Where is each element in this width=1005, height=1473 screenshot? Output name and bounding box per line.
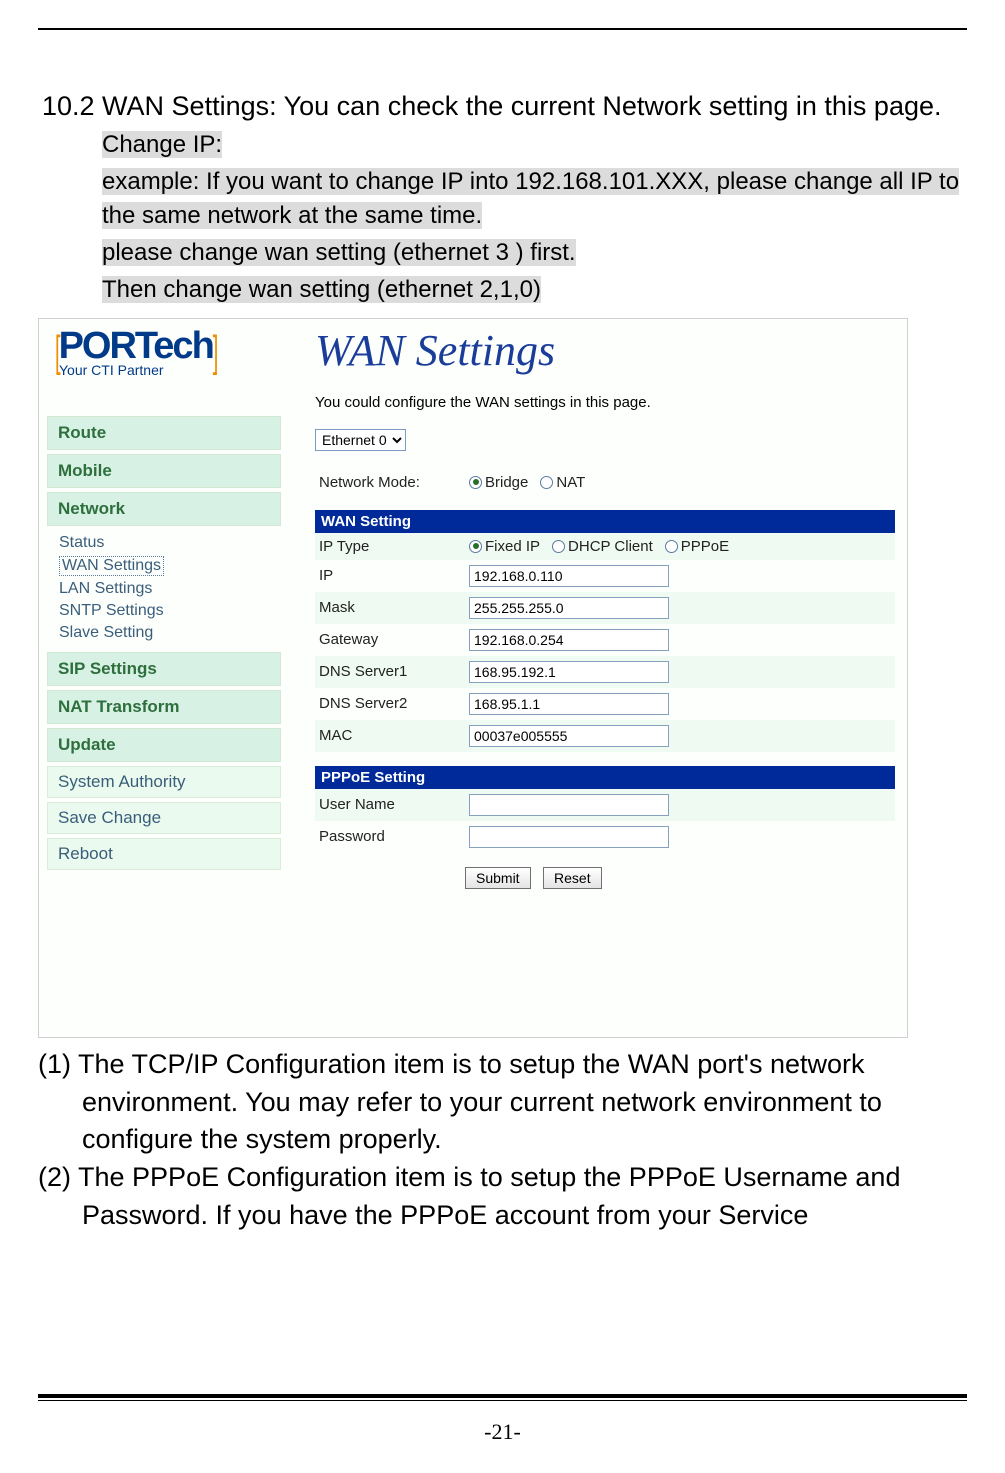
nav-sub-status[interactable]: Status bbox=[59, 532, 273, 554]
nav-update[interactable]: Update bbox=[47, 728, 281, 762]
iptype-dhcp-radio[interactable]: DHCP Client bbox=[552, 538, 653, 555]
nav-mobile[interactable]: Mobile bbox=[47, 454, 281, 488]
dns2-input[interactable] bbox=[469, 693, 669, 715]
iptype-pppoe-label: PPPoE bbox=[681, 538, 729, 555]
radio-dot-icon bbox=[552, 540, 565, 553]
main-panel: WAN Settings You could configure the WAN… bbox=[307, 319, 907, 1037]
para-1: (1) The TCP/IP Configuration item is to … bbox=[38, 1046, 967, 1159]
nav-reboot[interactable]: Reboot bbox=[47, 838, 281, 870]
page-title: WAN Settings bbox=[315, 325, 895, 376]
iptype-dhcp-label: DHCP Client bbox=[568, 538, 653, 555]
mode-bridge-label: Bridge bbox=[485, 474, 528, 491]
nav-sysauth[interactable]: System Authority bbox=[47, 766, 281, 798]
mac-input[interactable] bbox=[469, 725, 669, 747]
pppoe-pass-input[interactable] bbox=[469, 826, 669, 848]
change-ip-step2: Then change wan setting (ethernet 2,1,0) bbox=[102, 276, 541, 303]
nav-route[interactable]: Route bbox=[47, 416, 281, 450]
nav-sub-sntp[interactable]: SNTP Settings bbox=[59, 600, 273, 622]
gateway-label: Gateway bbox=[319, 631, 469, 648]
dns1-input[interactable] bbox=[469, 661, 669, 683]
ip-type-label: IP Type bbox=[319, 538, 469, 555]
section-title-text: 10.2 WAN Settings: You can check the cur… bbox=[42, 91, 942, 121]
iptype-fixed-label: Fixed IP bbox=[485, 538, 540, 555]
page-bottom-rules bbox=[38, 1394, 967, 1401]
mode-nat-radio[interactable]: NAT bbox=[540, 474, 585, 491]
radio-dot-icon bbox=[469, 476, 482, 489]
nav: Route Mobile Network Status WAN Settings… bbox=[39, 416, 289, 870]
nav-network[interactable]: Network bbox=[47, 492, 281, 526]
gateway-input[interactable] bbox=[469, 629, 669, 651]
ip-label: IP bbox=[319, 567, 469, 584]
pppoe-pass-label: Password bbox=[319, 828, 469, 845]
wan-setting-header: WAN Setting bbox=[315, 510, 895, 533]
reset-button[interactable]: Reset bbox=[543, 867, 602, 889]
logo-bracket-right: ] bbox=[213, 329, 217, 380]
section-heading: 10.2 WAN Settings: You can check the cur… bbox=[38, 88, 967, 126]
radio-dot-icon bbox=[469, 540, 482, 553]
page-top-rule bbox=[38, 28, 967, 30]
dns1-label: DNS Server1 bbox=[319, 663, 469, 680]
sidebar: [PORTech] Your CTI Partner Route Mobile … bbox=[39, 319, 289, 1037]
para-2: (2) The PPPoE Configuration item is to s… bbox=[38, 1159, 967, 1235]
nav-sub-wan-label: WAN Settings bbox=[59, 556, 164, 576]
nav-sub-wan[interactable]: WAN Settings bbox=[59, 554, 273, 578]
nav-sub-slave[interactable]: Slave Setting bbox=[59, 622, 273, 644]
logo: [PORTech] Your CTI Partner bbox=[39, 319, 289, 378]
mode-nat-label: NAT bbox=[556, 474, 585, 491]
ip-input[interactable] bbox=[469, 565, 669, 587]
page-number: -21- bbox=[0, 1419, 1005, 1445]
change-ip-label: Change IP: bbox=[102, 131, 222, 158]
wan-settings-screenshot: [PORTech] Your CTI Partner Route Mobile … bbox=[38, 318, 908, 1038]
nav-network-sub: Status WAN Settings LAN Settings SNTP Se… bbox=[47, 530, 281, 652]
change-ip-text: example: If you want to change IP into 1… bbox=[102, 168, 959, 230]
pppoe-user-label: User Name bbox=[319, 796, 469, 813]
submit-button[interactable]: Submit bbox=[465, 867, 531, 889]
mac-label: MAC bbox=[319, 727, 469, 744]
pppoe-user-input[interactable] bbox=[469, 794, 669, 816]
page-desc: You could configure the WAN settings in … bbox=[315, 394, 895, 411]
network-mode-label: Network Mode: bbox=[319, 474, 469, 491]
radio-dot-icon bbox=[665, 540, 678, 553]
logo-bracket-left: [ bbox=[55, 329, 59, 380]
iptype-fixed-radio[interactable]: Fixed IP bbox=[469, 538, 540, 555]
pppoe-setting-header: PPPoE Setting bbox=[315, 766, 895, 789]
logo-brand: PORTech bbox=[59, 325, 213, 367]
dns2-label: DNS Server2 bbox=[319, 695, 469, 712]
nav-sip[interactable]: SIP Settings bbox=[47, 652, 281, 686]
ethernet-select[interactable]: Ethernet 0 bbox=[315, 429, 406, 451]
nav-save[interactable]: Save Change bbox=[47, 802, 281, 834]
iptype-pppoe-radio[interactable]: PPPoE bbox=[665, 538, 729, 555]
mask-input[interactable] bbox=[469, 597, 669, 619]
nav-sub-lan[interactable]: LAN Settings bbox=[59, 578, 273, 600]
radio-dot-icon bbox=[540, 476, 553, 489]
mode-bridge-radio[interactable]: Bridge bbox=[469, 474, 528, 491]
nav-nat[interactable]: NAT Transform bbox=[47, 690, 281, 724]
mask-label: Mask bbox=[319, 599, 469, 616]
change-ip-step1: please change wan setting (ethernet 3 ) … bbox=[102, 239, 576, 266]
